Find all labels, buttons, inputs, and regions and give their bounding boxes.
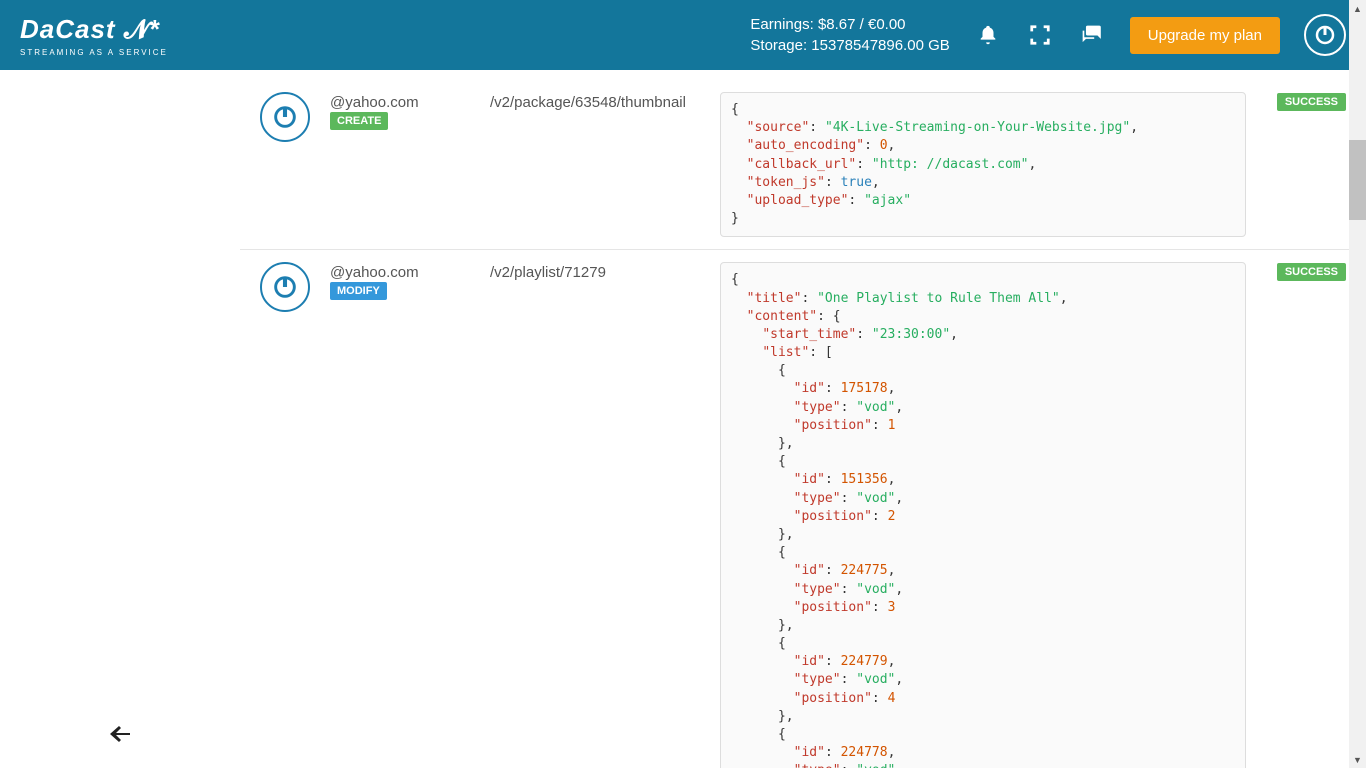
avatar: [260, 92, 310, 142]
logo-text: DaCast 𝓝*: [20, 14, 161, 46]
entry-meta: @yahoo.com MODIFY: [330, 262, 470, 301]
avatar: [260, 262, 310, 312]
back-arrow-icon[interactable]: [110, 722, 130, 748]
upgrade-button[interactable]: Upgrade my plan: [1130, 17, 1280, 54]
payload-json[interactable]: { "title": "One Playlist to Rule Them Al…: [720, 262, 1246, 768]
logo-tagline: STREAMING AS A SERVICE: [20, 48, 168, 57]
scroll-up-icon[interactable]: ▲: [1349, 0, 1366, 17]
log-list[interactable]: @yahoo.com CREATE/v2/package/63548/thumb…: [240, 70, 1366, 768]
action-badge: CREATE: [330, 112, 388, 130]
status-badge: SUCCESS: [1277, 263, 1346, 281]
endpoint-path: /v2/package/63548/thumbnail: [490, 92, 700, 111]
action-badge: MODIFY: [330, 282, 387, 300]
earnings-label: Earnings:: [750, 16, 813, 33]
status-col: SUCCESS: [1266, 92, 1346, 111]
scroll-down-icon[interactable]: ▼: [1349, 751, 1366, 768]
endpoint-path: /v2/playlist/71279: [490, 262, 700, 281]
entry-meta: @yahoo.com CREATE: [330, 92, 470, 131]
account-menu-button[interactable]: [1304, 14, 1346, 56]
page-scrollbar[interactable]: ▲ ▼: [1349, 0, 1366, 768]
earnings-value: $8.67 / €0.00: [818, 16, 906, 33]
sidebar: [0, 70, 240, 768]
payload-json[interactable]: { "source": "4K-Live-Streaming-on-Your-W…: [720, 92, 1246, 237]
status-col: SUCCESS: [1266, 262, 1346, 281]
log-entry: @yahoo.com MODIFY/v2/playlist/71279 { "ti…: [240, 250, 1366, 768]
log-entry: @yahoo.com CREATE/v2/package/63548/thumb…: [240, 80, 1366, 250]
fullscreen-icon[interactable]: [1026, 21, 1054, 49]
status-badge: SUCCESS: [1277, 93, 1346, 111]
header: DaCast 𝓝* STREAMING AS A SERVICE Earning…: [0, 0, 1366, 70]
content: @yahoo.com CREATE/v2/package/63548/thumb…: [0, 70, 1366, 768]
bell-icon[interactable]: [974, 21, 1002, 49]
header-right: Earnings: $8.67 / €0.00 Storage: 1537854…: [750, 14, 1346, 56]
user-email: @yahoo.com: [330, 94, 419, 111]
chat-icon[interactable]: [1078, 21, 1106, 49]
user-email: @yahoo.com: [330, 264, 419, 281]
logo[interactable]: DaCast 𝓝* STREAMING AS A SERVICE: [20, 14, 168, 57]
account-stats: Earnings: $8.67 / €0.00 Storage: 1537854…: [750, 14, 949, 56]
scroll-thumb[interactable]: [1349, 140, 1366, 220]
storage-label: Storage:: [750, 37, 807, 54]
storage-value: 15378547896.00 GB: [811, 37, 949, 54]
